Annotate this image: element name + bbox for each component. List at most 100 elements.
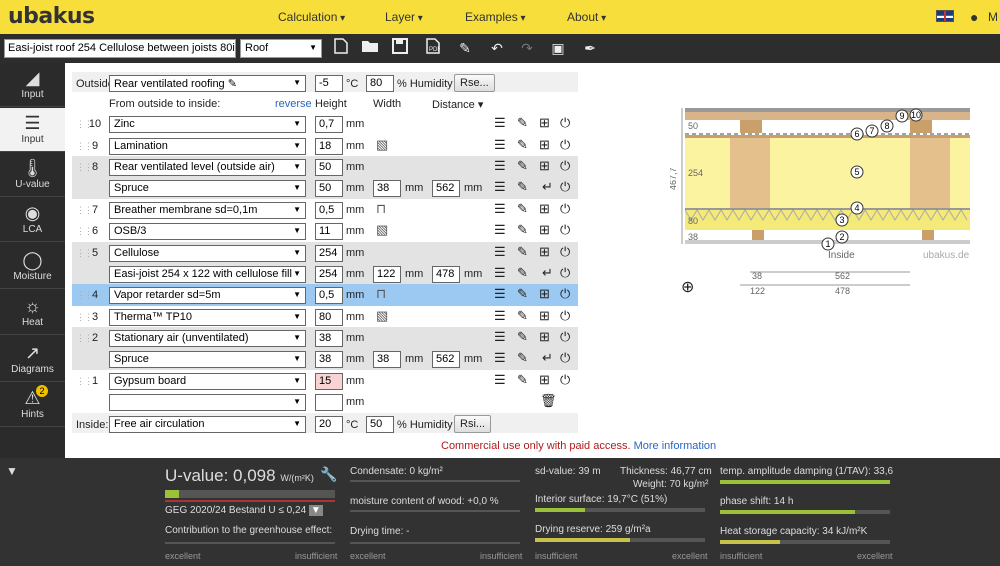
menu-icon[interactable]: ☰ bbox=[494, 179, 506, 195]
trash-icon[interactable]: 🗑 bbox=[540, 393, 557, 409]
layer-sub-material-select[interactable]: Easi-joist 254 x 122 with cellulose fill… bbox=[109, 265, 306, 283]
menu-examples[interactable]: Examples bbox=[465, 10, 526, 24]
redo-icon[interactable]: ↷ bbox=[517, 38, 537, 58]
pdf-icon[interactable]: PDF bbox=[423, 38, 443, 58]
pencil-icon[interactable]: ✎ bbox=[517, 286, 528, 302]
rse-button[interactable]: Rse... bbox=[454, 74, 495, 92]
power-icon[interactable]: ⏻ bbox=[560, 350, 570, 366]
power-icon[interactable]: ⏻ bbox=[560, 179, 570, 195]
power-icon[interactable]: ⏻ bbox=[560, 372, 570, 388]
menu-icon[interactable]: ☰ bbox=[494, 115, 506, 131]
pencil-icon[interactable]: ✎ bbox=[517, 222, 528, 238]
save-icon[interactable] bbox=[390, 38, 410, 58]
power-icon[interactable]: ⏻ bbox=[560, 158, 570, 174]
power-icon[interactable]: ⏻ bbox=[560, 244, 570, 260]
add-layer-icon[interactable]: ⊞ bbox=[539, 244, 550, 260]
sidebar-item-hints[interactable]: ⚠ Hints 2 bbox=[0, 383, 65, 427]
add-layer-icon[interactable]: ⊞ bbox=[539, 286, 550, 302]
outside-temp-input[interactable]: -5 bbox=[315, 75, 343, 92]
new-layer-select[interactable]: ▼ bbox=[109, 394, 306, 411]
layer-height-input[interactable]: 11 bbox=[315, 223, 343, 240]
new-file-icon[interactable] bbox=[331, 38, 351, 58]
sub-height-input[interactable]: 254 bbox=[315, 265, 343, 283]
project-name-input[interactable]: Easi-joist roof 254 Cellulose between jo… bbox=[4, 39, 236, 58]
pencil-icon[interactable]: ✎ bbox=[517, 372, 528, 388]
collapse-icon[interactable]: ▼ bbox=[6, 464, 18, 478]
user-label[interactable]: M bbox=[988, 10, 998, 24]
more-info-link[interactable]: More information bbox=[634, 440, 717, 452]
logo[interactable]: ubakus bbox=[8, 4, 95, 29]
add-layer-icon[interactable]: ⊞ bbox=[539, 137, 550, 153]
add-layer-icon[interactable]: ⊞ bbox=[539, 308, 550, 324]
pencil-icon[interactable]: ✎ bbox=[517, 329, 528, 345]
fullscreen-icon[interactable]: ▣ bbox=[548, 38, 568, 58]
layer-material-select[interactable]: Breather membrane sd=0,1m ▼ bbox=[109, 201, 306, 219]
pencil-icon[interactable]: ✎ bbox=[517, 115, 528, 131]
inside-condition-select[interactable]: Free air circulation ▼ bbox=[109, 416, 306, 433]
power-icon[interactable]: ⏻ bbox=[560, 222, 570, 238]
wrench-icon[interactable]: 🔧 bbox=[320, 466, 337, 483]
menu-icon[interactable]: ☰ bbox=[494, 308, 506, 324]
sidebar-item-moisture[interactable]: ◯ Moisture bbox=[0, 245, 65, 289]
layer-material-select[interactable]: Stationary air (unventilated) ▼ bbox=[109, 330, 306, 347]
new-layer-height[interactable] bbox=[315, 394, 343, 411]
pencil-icon[interactable]: ✎ bbox=[517, 350, 528, 366]
inside-humidity-input[interactable]: 50 bbox=[366, 416, 394, 433]
dropdown-icon[interactable]: ▼ bbox=[308, 505, 323, 516]
add-layer-icon[interactable]: ⊞ bbox=[539, 329, 550, 345]
pencil-icon[interactable]: ✎ bbox=[517, 244, 528, 260]
pencil-icon[interactable]: ✎ bbox=[517, 201, 528, 217]
layer-material-select[interactable]: Cellulose ▼ bbox=[109, 244, 306, 262]
pencil-icon[interactable]: ✎ bbox=[517, 308, 528, 324]
sub-width-input[interactable]: 38 bbox=[373, 180, 401, 197]
layer-height-input[interactable]: 0,5 bbox=[315, 201, 343, 219]
menu-icon[interactable]: ☰ bbox=[494, 222, 506, 238]
pencil-icon[interactable]: ✎ bbox=[517, 137, 528, 153]
outside-condition-select[interactable]: Rear ventilated roofing ✎ ▼ bbox=[109, 75, 306, 92]
construction-type-select[interactable]: Roof bbox=[240, 39, 322, 58]
layer-height-input[interactable]: 18 bbox=[315, 137, 343, 155]
sidebar-item-lca[interactable]: ◉ LCA bbox=[0, 198, 65, 242]
layer-material-select[interactable]: Therma™ TP10 ▼ bbox=[109, 308, 306, 326]
menu-icon[interactable]: ☰ bbox=[494, 372, 506, 388]
open-folder-icon[interactable] bbox=[360, 38, 380, 58]
layer-height-input[interactable]: 254 bbox=[315, 244, 343, 262]
add-layer-icon[interactable]: ⊞ bbox=[539, 115, 550, 131]
menu-calculation[interactable]: Calculation bbox=[278, 10, 345, 24]
sub-height-input[interactable]: 38 bbox=[315, 351, 343, 368]
pencil-icon[interactable]: ✎ bbox=[517, 179, 528, 195]
inside-temp-input[interactable]: 20 bbox=[315, 416, 343, 433]
menu-icon[interactable]: ☰ bbox=[494, 350, 506, 366]
uk-flag-icon[interactable] bbox=[936, 10, 954, 22]
undo-icon[interactable]: ↶ bbox=[487, 38, 507, 58]
menu-icon[interactable]: ☰ bbox=[494, 244, 506, 260]
sub-distance-input[interactable]: 562 bbox=[432, 351, 460, 368]
add-layer-icon[interactable]: ⊞ bbox=[539, 372, 550, 388]
user-icon[interactable]: ● bbox=[970, 9, 978, 25]
layer-material-select[interactable]: Gypsum board ▼ bbox=[109, 372, 306, 390]
geg-label[interactable]: GEG 2020/24 Bestand U ≤ 0,24 ▼ bbox=[165, 505, 323, 516]
menu-icon[interactable]: ☰ bbox=[494, 286, 506, 302]
menu-about[interactable]: About bbox=[567, 10, 606, 24]
add-layer-icon[interactable]: ⊞ bbox=[539, 222, 550, 238]
menu-icon[interactable]: ☰ bbox=[494, 265, 506, 281]
sub-distance-input[interactable]: 562 bbox=[432, 180, 460, 197]
sidebar-item-input-geometry[interactable]: ◢ Input bbox=[0, 63, 65, 107]
swap-icon[interactable]: ↵ bbox=[542, 350, 553, 366]
power-icon[interactable]: ⏻ bbox=[560, 265, 570, 281]
brush-icon[interactable]: ✒ bbox=[580, 38, 600, 58]
distance-header[interactable]: Distance ▾ bbox=[432, 98, 483, 111]
rsi-button[interactable]: Rsi... bbox=[454, 415, 492, 433]
layer-height-input[interactable]: 0,5 bbox=[315, 287, 343, 304]
reverse-link[interactable]: reverse bbox=[275, 98, 312, 110]
menu-layer[interactable]: Layer bbox=[385, 10, 423, 24]
sub-height-input[interactable]: 50 bbox=[315, 180, 343, 197]
add-layer-icon[interactable]: ⊞ bbox=[539, 201, 550, 217]
power-icon[interactable]: ⏻ bbox=[560, 308, 570, 324]
sidebar-item-input-layers[interactable]: ☰ Input bbox=[0, 108, 65, 152]
menu-icon[interactable]: ☰ bbox=[494, 329, 506, 345]
power-icon[interactable]: ⏻ bbox=[560, 137, 570, 153]
layer-material-select[interactable]: Vapor retarder sd=5m ▼ bbox=[109, 287, 306, 304]
sub-width-input[interactable]: 38 bbox=[373, 351, 401, 368]
layer-height-input[interactable]: 15 bbox=[315, 372, 343, 390]
